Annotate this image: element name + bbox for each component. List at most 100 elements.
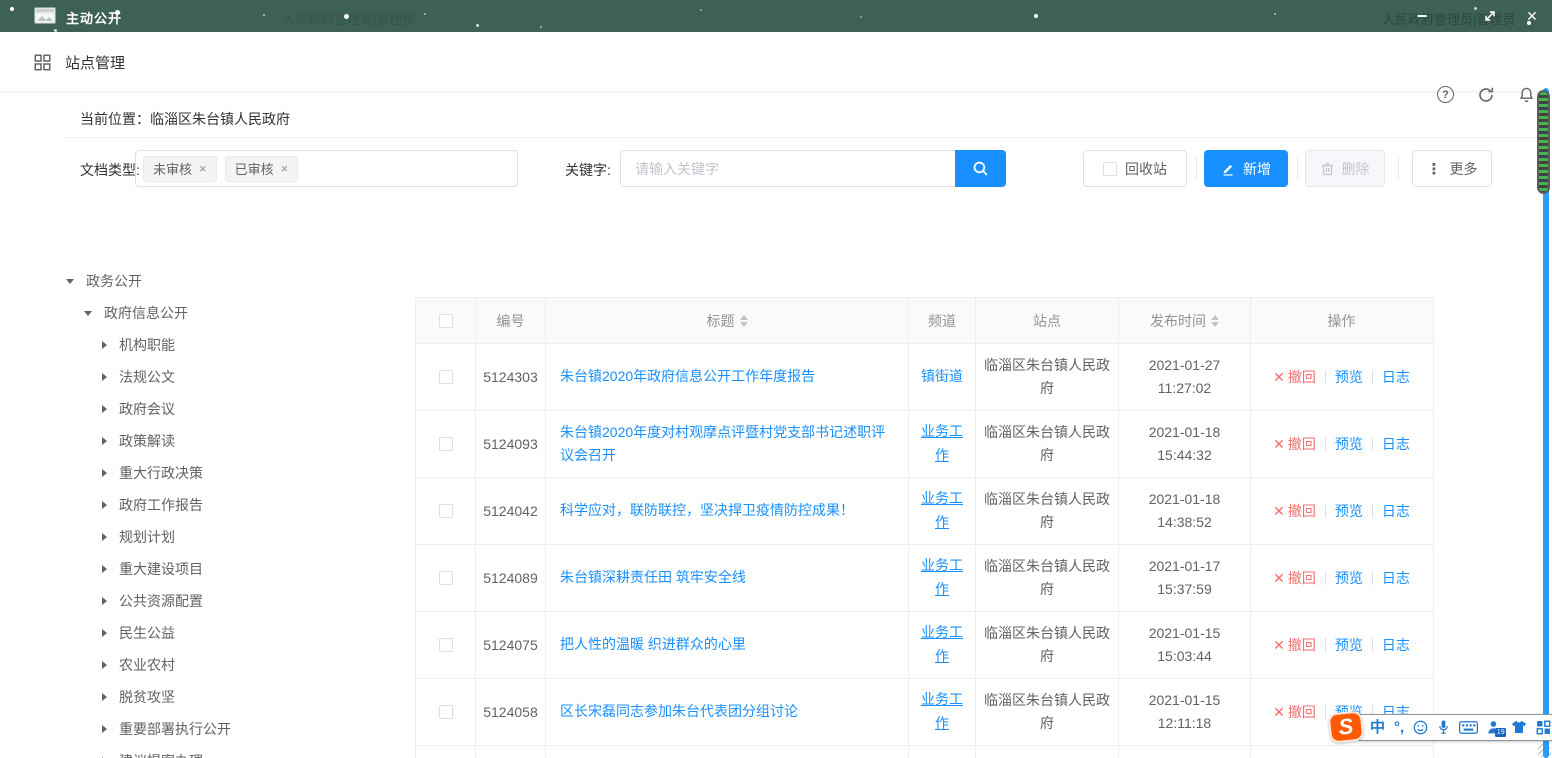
account-icon[interactable]: 19 [1487, 720, 1502, 735]
caret-right-icon[interactable] [102, 693, 107, 701]
microphone-icon[interactable] [1437, 719, 1450, 735]
row-checkbox[interactable] [439, 504, 453, 518]
toolbox-grid-icon[interactable] [1536, 720, 1551, 735]
revoke-button[interactable]: ✕撤回 [1273, 702, 1316, 722]
tree-item-zhongdajianshexiangmu[interactable]: 重大建设项目 [60, 553, 405, 585]
log-button[interactable]: 日志 [1382, 568, 1410, 588]
preview-button[interactable]: 预览 [1335, 501, 1363, 521]
delete-button[interactable]: 删除 [1305, 150, 1385, 187]
grid-menu-icon[interactable] [34, 54, 51, 71]
row-checkbox[interactable] [439, 638, 453, 652]
close-button[interactable]: ✕ [1518, 0, 1546, 32]
doc-title-link[interactable]: 区长宋磊同志参加朱台代表团分组讨论 [560, 700, 798, 723]
caret-right-icon[interactable] [102, 437, 107, 445]
keyword-input[interactable] [620, 150, 955, 187]
tree-item-zhengfuhuiyi[interactable]: 政府会议 [60, 393, 405, 425]
maximize-button[interactable] [1476, 0, 1504, 32]
revoke-button[interactable]: ✕撤回 [1273, 635, 1316, 655]
col-header-ops: 操作 [1251, 298, 1432, 343]
doc-title-link[interactable]: 把人性的温暖 织进群众的心里 [560, 633, 746, 656]
page-header: 站点管理 ? [0, 32, 1552, 92]
channel-link[interactable]: 业务工作 [919, 554, 965, 602]
revoke-button[interactable]: ✕撤回 [1273, 434, 1316, 454]
doc-type-select[interactable]: 未审核 × 已审核 × [135, 150, 518, 187]
caret-right-icon[interactable] [102, 501, 107, 509]
caret-right-icon[interactable] [102, 405, 107, 413]
doc-title-link[interactable]: 朱台镇2020年政府信息公开工作年度报告 [560, 365, 815, 388]
col-header-time[interactable]: 发布时间 [1119, 298, 1251, 343]
caret-down-icon[interactable] [66, 279, 74, 284]
preview-button[interactable]: 预览 [1335, 635, 1363, 655]
minimize-button[interactable]: − [1408, 0, 1436, 32]
col-header-title[interactable]: 标题 [546, 298, 909, 343]
revoke-button[interactable]: ✕撤回 [1273, 501, 1316, 521]
log-button[interactable]: 日志 [1382, 434, 1410, 454]
log-button[interactable]: 日志 [1382, 635, 1410, 655]
row-checkbox[interactable] [439, 437, 453, 451]
more-button[interactable]: ⋮ 更多 [1412, 150, 1492, 187]
table-row: 5124303 朱台镇2020年政府信息公开工作年度报告 镇街道 临淄区朱台镇人… [416, 344, 1433, 411]
tree-item-zhengfugongzuobaogao[interactable]: 政府工作报告 [60, 489, 405, 521]
caret-right-icon[interactable] [102, 725, 107, 733]
tree-item-gonggongziyuanpeizhi[interactable]: 公共资源配置 [60, 585, 405, 617]
ime-punctuation-icon[interactable]: °, [1394, 720, 1404, 735]
skin-tshirt-icon[interactable] [1511, 720, 1527, 734]
tree-item-guihuajihua[interactable]: 规划计划 [60, 521, 405, 553]
notifications-button[interactable] [1517, 85, 1536, 104]
log-button[interactable]: 日志 [1382, 501, 1410, 521]
caret-right-icon[interactable] [102, 341, 107, 349]
emoji-icon[interactable] [1413, 720, 1428, 735]
channel-link[interactable]: 业务工作 [919, 487, 965, 535]
preview-button[interactable]: 预览 [1335, 367, 1363, 387]
row-checkbox[interactable] [439, 705, 453, 719]
tree-item-zhengfuxinxigongkai[interactable]: 政府信息公开 [60, 297, 405, 329]
tree-item-faguigongwen[interactable]: 法规公文 [60, 361, 405, 393]
keyboard-icon[interactable] [1459, 721, 1478, 734]
caret-right-icon[interactable] [102, 565, 107, 573]
tag-close-icon[interactable]: × [199, 161, 207, 176]
channel-link[interactable]: 业务工作 [919, 688, 965, 736]
caret-right-icon[interactable] [102, 469, 107, 477]
sort-icon[interactable] [740, 315, 748, 327]
doc-title-link[interactable]: 朱台镇2020年度对村观摩点评暨村党支部书记述职评议会召开 [560, 421, 894, 467]
sort-icon[interactable] [1211, 315, 1219, 327]
add-button[interactable]: 新增 [1204, 150, 1288, 187]
ime-language-mode[interactable]: 中 [1370, 720, 1385, 735]
tree-item-zhengcejiedu[interactable]: 政策解读 [60, 425, 405, 457]
tag-close-icon[interactable]: × [281, 161, 289, 176]
caret-right-icon[interactable] [102, 533, 107, 541]
preview-button[interactable]: 预览 [1335, 434, 1363, 454]
tree-item-tuopingongjian[interactable]: 脱贫攻坚 [60, 681, 405, 713]
tree-item-nongyenongcun[interactable]: 农业农村 [60, 649, 405, 681]
tree-item-jianyitianbanli[interactable]: 建议提案办理 [60, 745, 405, 758]
recycle-bin-checkbox[interactable] [1103, 162, 1117, 176]
channel-link[interactable]: 业务工作 [919, 621, 965, 669]
row-checkbox[interactable] [439, 370, 453, 384]
row-checkbox[interactable] [439, 571, 453, 585]
caret-right-icon[interactable] [102, 373, 107, 381]
tree-item-minshenggongyi[interactable]: 民生公益 [60, 617, 405, 649]
channel-link[interactable]: 镇街道 [919, 365, 965, 389]
log-button[interactable]: 日志 [1382, 367, 1410, 387]
search-button[interactable] [955, 150, 1006, 187]
tree-item-jigouzhineng[interactable]: 机构职能 [60, 329, 405, 361]
recycle-bin-button[interactable]: 回收站 [1083, 150, 1187, 187]
tree-item-zhengwugongkai[interactable]: 政务公开 [60, 265, 405, 297]
help-button[interactable]: ? [1436, 85, 1455, 104]
refresh-button[interactable] [1476, 85, 1495, 104]
select-all-checkbox[interactable] [439, 314, 453, 328]
revoke-button[interactable]: ✕撤回 [1273, 568, 1316, 588]
revoke-button[interactable]: ✕撤回 [1273, 367, 1316, 387]
doc-title-link[interactable]: 科学应对，联防联控，坚决捍卫疫情防控成果！ [560, 499, 854, 522]
sogou-logo-icon[interactable]: S [1328, 710, 1365, 743]
caret-right-icon[interactable] [102, 661, 107, 669]
caret-right-icon[interactable] [102, 597, 107, 605]
vertical-scrollbar-thumb[interactable] [1537, 90, 1550, 194]
tree-item-zhongdaxingzhengjuece[interactable]: 重大行政决策 [60, 457, 405, 489]
doc-title-link[interactable]: 朱台镇深耕责任田 筑牢安全线 [560, 566, 746, 589]
caret-right-icon[interactable] [102, 629, 107, 637]
channel-link[interactable]: 业务工作 [919, 420, 965, 468]
caret-down-icon[interactable] [84, 311, 92, 316]
tree-item-zhongyaobushuzhixinggongkai[interactable]: 重要部署执行公开 [60, 713, 405, 745]
preview-button[interactable]: 预览 [1335, 568, 1363, 588]
